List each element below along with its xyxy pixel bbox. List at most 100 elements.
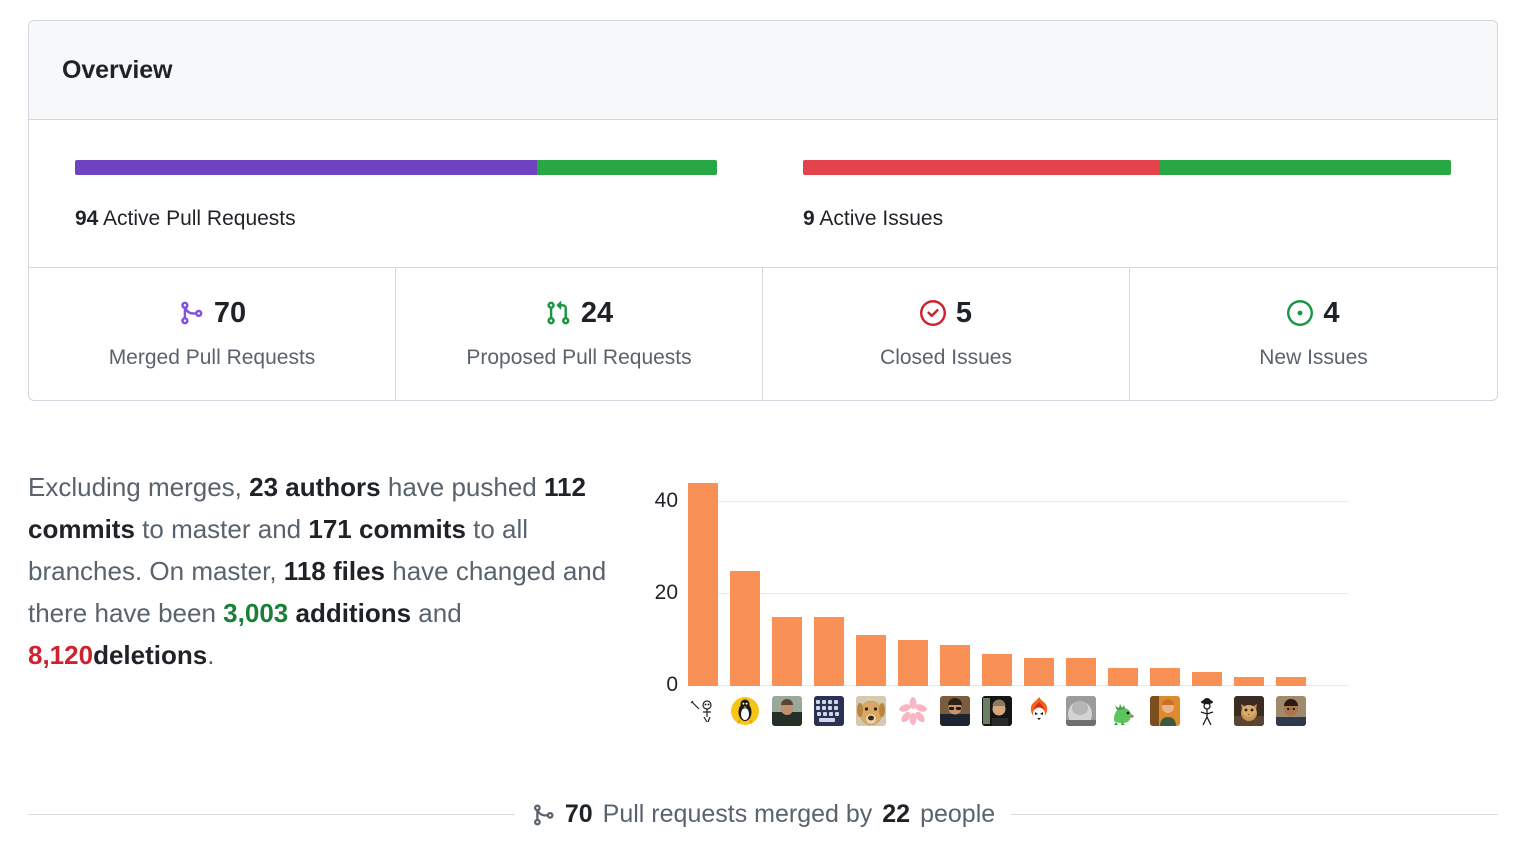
dinosaur-avatar[interactable]	[1108, 696, 1138, 726]
merged-text-after: people	[920, 800, 996, 828]
tux-penguin-avatar[interactable]	[730, 696, 760, 726]
chart-bar[interactable]	[982, 653, 1012, 686]
summary-to-master-and: to master and	[142, 514, 302, 545]
stat-proposed-pull-requests[interactable]: 24 Proposed Pull Requests	[396, 268, 763, 400]
closed-issues-segment	[803, 160, 1160, 175]
pulse-overview-page: Overview 94 Active Pull Requests 9 Activ…	[0, 0, 1526, 842]
person-avatar-1[interactable]	[772, 696, 802, 726]
active-issues-label: Active Issues	[819, 207, 944, 230]
stat-merged-pull-requests[interactable]: 70 Merged Pull Requests	[29, 268, 396, 400]
person-avatar-2[interactable]	[940, 696, 970, 726]
chart-bars	[688, 474, 1348, 686]
active-issues-bar	[803, 160, 1451, 175]
grayscale-photo-avatar[interactable]	[1066, 696, 1096, 726]
active-issues-caption: 9 Active Issues	[803, 207, 1451, 231]
stat-proposed-value: 24	[580, 296, 614, 329]
issue-closed-icon	[919, 300, 946, 326]
stat-new-issues-value: 4	[1323, 296, 1340, 329]
stat-new-issues-label: New Issues	[1259, 346, 1368, 369]
cherry-blossom-avatar[interactable]	[898, 696, 928, 726]
summary-have-pushed: have pushed	[387, 472, 537, 502]
summary-additions-count: 3,003	[223, 598, 289, 629]
commit-summary-text: Excluding merges, 23 authors have pushed…	[0, 446, 640, 734]
stat-merged-top: 70	[39, 296, 385, 330]
chart-bar[interactable]	[1066, 658, 1096, 686]
stats-row: 70 Merged Pull Requests 24 Proposed Pull…	[29, 268, 1497, 400]
person-avatar-3[interactable]	[982, 696, 1012, 726]
stat-closed-issues-label: Closed Issues	[880, 346, 1012, 369]
chart-bar[interactable]	[1192, 672, 1222, 686]
merged-people-count: 22	[882, 800, 911, 828]
cat-avatar[interactable]	[1234, 696, 1264, 726]
active-pull-requests-bar	[75, 160, 717, 175]
chart-author-avatars	[688, 696, 1306, 726]
active-issues-count: 9	[803, 207, 815, 230]
active-issues-section: 9 Active Issues	[763, 120, 1497, 267]
activity-bars-row: 94 Active Pull Requests 9 Active Issues	[29, 120, 1497, 268]
stat-new-issues[interactable]: 4 New Issues	[1130, 268, 1497, 400]
overview-card-header: Overview	[29, 21, 1497, 120]
active-pull-requests-label: Active Pull Requests	[103, 207, 296, 230]
chart-y-tick-label: 40	[654, 488, 678, 512]
stat-closed-issues-top: 5	[773, 296, 1119, 330]
person-avatar-5[interactable]	[1276, 696, 1306, 726]
chart-y-tick-label: 0	[666, 673, 678, 696]
divider-rule-right	[1011, 814, 1499, 815]
keyboard-avatar[interactable]	[814, 696, 844, 726]
stat-proposed-top: 24	[406, 296, 752, 330]
active-pull-requests-caption: 94 Active Pull Requests	[75, 207, 717, 231]
summary-commits-all: 171 commits	[308, 514, 466, 545]
stat-closed-issues-value: 5	[955, 296, 973, 329]
commit-summary-section: Excluding merges, 23 authors have pushed…	[0, 446, 1526, 734]
chart-bar[interactable]	[688, 483, 718, 686]
issue-opened-icon	[1287, 300, 1314, 326]
git-merge-icon	[531, 803, 555, 827]
summary-period: .	[207, 640, 215, 671]
summary-and: and	[418, 598, 462, 629]
chart-bar[interactable]	[1234, 676, 1264, 686]
summary-deletions-word: deletions	[93, 640, 208, 671]
commits-per-author-chart: 0 20 40	[640, 464, 1360, 734]
fire-mascot-avatar[interactable]	[1024, 696, 1054, 726]
chart-plot-area: 0 20 40	[655, 474, 1348, 696]
dog-avatar[interactable]	[856, 696, 886, 726]
merged-pr-segment	[75, 160, 538, 175]
merged-count: 70	[564, 800, 593, 828]
chart-bar[interactable]	[940, 644, 970, 686]
summary-files: 118 files	[283, 556, 385, 587]
chart-bar[interactable]	[856, 635, 886, 686]
chart-bar[interactable]	[772, 616, 802, 686]
merged-text-before: Pull requests merged by	[602, 800, 873, 828]
stat-merged-value: 70	[213, 296, 247, 329]
proposed-pr-segment	[537, 160, 717, 175]
sketch-avatar[interactable]	[688, 696, 718, 726]
chart-bar[interactable]	[1108, 667, 1138, 686]
stick-figure-avatar[interactable]	[1192, 696, 1222, 726]
page-title: Overview	[62, 55, 173, 84]
divider-rule-left	[28, 814, 515, 815]
summary-additions-word: additions	[295, 598, 412, 629]
chart-bar[interactable]	[814, 616, 844, 686]
chart-bar[interactable]	[1150, 667, 1180, 686]
stat-proposed-label: Proposed Pull Requests	[466, 346, 692, 369]
active-pull-requests-section: 94 Active Pull Requests	[29, 120, 763, 267]
chart-bar[interactable]	[1024, 658, 1054, 686]
chart-bar[interactable]	[898, 639, 928, 686]
chart-bar[interactable]	[1276, 676, 1306, 686]
new-issues-segment	[1159, 160, 1451, 175]
git-merge-icon	[178, 300, 204, 326]
chart-bar[interactable]	[730, 570, 760, 686]
stat-new-issues-top: 4	[1140, 296, 1487, 330]
chart-y-tick-label: 20	[654, 580, 678, 604]
summary-lead: Excluding merges,	[28, 472, 242, 502]
summary-authors: 23 authors	[249, 472, 381, 502]
stat-closed-issues[interactable]: 5 Closed Issues	[763, 268, 1130, 400]
summary-deletions-count: 8,120	[28, 640, 94, 671]
active-pull-requests-count: 94	[75, 207, 99, 230]
person-avatar-4[interactable]	[1150, 696, 1180, 726]
git-pull-request-icon	[545, 300, 571, 326]
divider-caption: 70 Pull requests merged by 22 people	[531, 800, 995, 829]
merged-pull-requests-divider: 70 Pull requests merged by 22 people	[0, 800, 1526, 829]
overview-card: Overview 94 Active Pull Requests 9 Activ…	[28, 20, 1498, 401]
stat-merged-label: Merged Pull Requests	[108, 346, 316, 369]
